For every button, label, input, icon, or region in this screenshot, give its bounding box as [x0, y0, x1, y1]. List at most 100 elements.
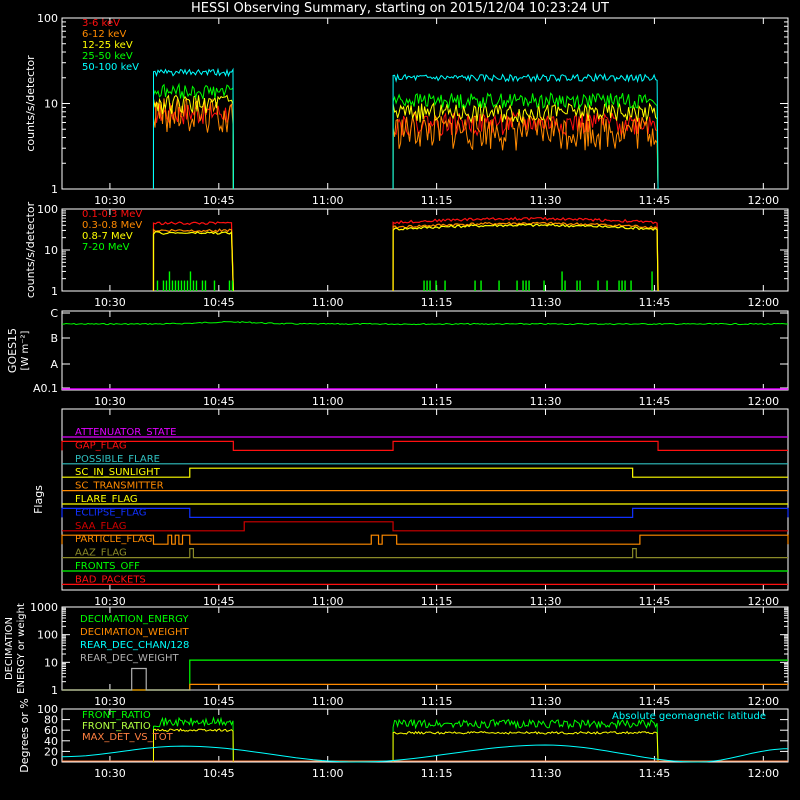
goes-xtick-label: 10:30: [94, 395, 126, 408]
decimation-ylabel2: ENERGY or weight: [16, 603, 27, 694]
lightcurves-legend-label: 3-6 keV: [82, 18, 120, 29]
lightcurves-ylabel: counts/s/detector: [24, 55, 37, 152]
ratios-legend-label: MAX_DET_VS_TOT: [82, 732, 174, 743]
flags-flag-line: [61, 534, 789, 545]
highenergy-xtick-label: 10:45: [203, 296, 235, 309]
goes-ytick-label: A0.1: [33, 382, 58, 395]
decimation-xtick-label: 12:00: [747, 695, 779, 708]
highenergy-ylabel: counts/s/detector: [24, 201, 37, 298]
flags-ylabel: Flags: [32, 485, 45, 514]
flags-flag-label: AAZ_FLAG: [75, 548, 127, 559]
goes-series-line: [61, 320, 788, 326]
decimation-legend-label: DECIMATION_ENERGY: [80, 614, 189, 625]
ratios-legend-label: FRONT_RATIO: [82, 721, 151, 732]
goes-ylabel: GOES15: [6, 328, 19, 373]
flags-flag-line: [61, 440, 788, 451]
ratios-ylabel: Degrees or %: [18, 698, 31, 772]
highenergy-ytick-label: 10: [44, 244, 58, 257]
flags-xtick-label: 11:00: [312, 595, 344, 608]
goes-xtick-label: 12:00: [747, 395, 779, 408]
decimation-xtick-label: 11:45: [639, 695, 671, 708]
lightcurves-xtick-label: 10:30: [94, 194, 126, 207]
flags-flag-label: BAD_PACKETS: [75, 574, 146, 585]
highenergy-xtick-label: 11:15: [421, 296, 453, 309]
lightcurves-xtick-label: 10:45: [203, 194, 235, 207]
decimation-legend-label: REAR_DEC_CHAN/128: [80, 640, 189, 651]
goes-xtick-label: 11:30: [530, 395, 562, 408]
flags-flag-label: SC_IN_SUNLIGHT: [75, 467, 161, 478]
flags-xtick-label: 11:15: [421, 595, 453, 608]
decimation-series-line: [62, 659, 788, 691]
goes-ytick-label: A: [50, 358, 58, 371]
ratios-xtick-label: 12:00: [747, 767, 779, 780]
lightcurves-xtick-label: 11:15: [421, 194, 453, 207]
flags-xtick-label: 11:45: [639, 595, 671, 608]
lightcurves-series-line: [392, 102, 659, 190]
flags-flag-line: [61, 507, 789, 518]
flags-xtick-label: 10:45: [203, 595, 235, 608]
highenergy-legend-label: 7-20 MeV: [82, 242, 130, 253]
goes-xtick-label: 11:00: [312, 395, 344, 408]
flags-flag-label: SC_TRANSMITTER: [75, 481, 164, 492]
highenergy-frame: [61, 208, 789, 292]
decimation-xtick-label: 10:45: [203, 695, 235, 708]
highenergy-xtick-label: 11:00: [312, 296, 344, 309]
decimation-ylabel: DECIMATION: [4, 617, 15, 680]
goes-ytick-label: B: [50, 332, 58, 345]
decimation-ytick-label: 100: [37, 629, 58, 642]
ratios-xtick-label: 11:15: [421, 767, 453, 780]
flags-flag-line: [62, 548, 788, 559]
ratios-legend-label: FRONT_RATIO: [82, 710, 151, 721]
ratios-xtick-label: 10:45: [203, 767, 235, 780]
flags-flag-label: POSSIBLE_FLARE: [75, 454, 160, 465]
ratios-xtick-label: 11:00: [312, 767, 344, 780]
decimation-ytick-label: 10: [44, 656, 58, 669]
lightcurves-series-line: [392, 92, 659, 190]
flags-flag-label: SAA_FLAG: [75, 521, 126, 532]
lightcurves-xtick-label: 11:45: [639, 194, 671, 207]
flags-flag-label: FRONTS_OFF: [75, 561, 140, 572]
lightcurves-series-line: [392, 111, 659, 190]
highenergy-legend-label: 0.8-7 MeV: [82, 231, 133, 242]
flags-xtick-label: 10:30: [94, 595, 126, 608]
goes-ylabel-units: [W m⁻²]: [20, 330, 31, 370]
lightcurves-legend-label: 12-25 keV: [82, 40, 133, 51]
decimation-xtick-label: 10:30: [94, 695, 126, 708]
goes-ytick-label: C: [50, 307, 58, 320]
goes-xtick-label: 11:45: [639, 395, 671, 408]
decimation-ytick-label: 1: [51, 684, 58, 697]
ratios-ytick-label: 100: [37, 703, 58, 716]
lightcurves-legend-label: 25-50 keV: [82, 51, 133, 62]
decimation-series-line: [62, 667, 788, 691]
flags-flag-label: ATTENUATOR_STATE: [75, 427, 176, 438]
lightcurves-legend-label: 6-12 keV: [82, 29, 126, 40]
highenergy-legend-label: 0.1-0.3 MeV: [82, 209, 142, 220]
highenergy-ytick-label: 1: [51, 285, 58, 298]
decimation-xtick-label: 11:15: [421, 695, 453, 708]
flags-flag-label: GAP_FLAG: [75, 440, 127, 451]
flags-xtick-label: 12:00: [747, 595, 779, 608]
ratios-annotation: Absolute geomagnetic latitude: [612, 711, 766, 722]
ratios-series-line: [392, 730, 659, 763]
flags-flag-line: [62, 467, 788, 478]
ratios-xtick-label: 11:45: [639, 767, 671, 780]
highenergy-xtick-label: 11:30: [530, 296, 562, 309]
lightcurves-xtick-label: 12:00: [747, 194, 779, 207]
lightcurves-ytick-label: 10: [44, 98, 58, 111]
highenergy-ytick-label: 100: [37, 203, 58, 216]
decimation-ytick-label: 1000: [30, 601, 58, 614]
goes-xtick-label: 10:45: [203, 395, 235, 408]
goes-frame: [61, 310, 789, 391]
ratios-xtick-label: 10:30: [94, 767, 126, 780]
decimation-legend-label: DECIMATION_WEIGHT: [80, 627, 189, 638]
decimation-xtick-label: 11:30: [530, 695, 562, 708]
ratios-xtick-label: 11:30: [530, 767, 562, 780]
lightcurves-xtick-label: 11:30: [530, 194, 562, 207]
highenergy-xtick-label: 11:45: [639, 296, 671, 309]
decimation-legend-label: REAR_DEC_WEIGHT: [80, 653, 179, 664]
lightcurves-frame: [61, 17, 789, 190]
goes-xtick-label: 11:15: [421, 395, 453, 408]
lightcurves-series-line: [392, 114, 659, 190]
flags-xtick-label: 11:30: [530, 595, 562, 608]
flags-flag-label: PARTICLE_FLAG: [75, 534, 152, 545]
